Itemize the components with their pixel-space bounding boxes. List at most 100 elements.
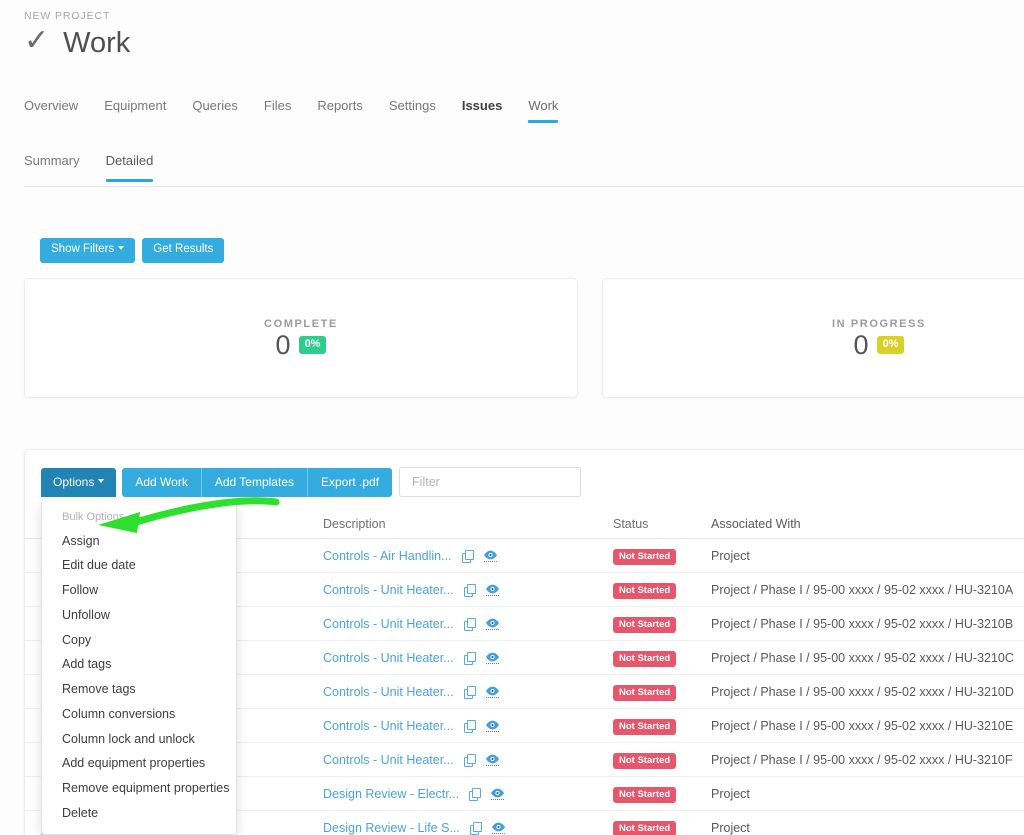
dropdown-item-remove-tags[interactable]: Remove tags (42, 678, 236, 703)
dropdown-item-column-conversions[interactable]: Column conversions (42, 702, 236, 727)
stat-card-percent-badge: 0% (876, 336, 905, 354)
eye-icon[interactable] (485, 652, 500, 664)
dropdown-item-unfollow[interactable]: Unfollow (42, 603, 236, 628)
row-status-cell: Not Started (613, 750, 711, 770)
dropdown-item-add-tags[interactable]: Add tags (42, 653, 236, 678)
associated-with-column-header: Associated With (711, 516, 801, 531)
copy-icon[interactable] (469, 788, 482, 801)
main-tab-bar: Overview Equipment Queries Files Reports Sett… (24, 98, 584, 125)
copy-icon[interactable] (461, 550, 474, 563)
row-status-cell: Not Started (613, 546, 711, 566)
check-icon: ✓ (24, 24, 50, 57)
row-description-cell: Design Review - Electr... (323, 787, 613, 801)
description-link[interactable]: Controls - Unit Heater... (323, 583, 454, 597)
table-action-button-group: Add Work Add Templates Export .pdf (122, 467, 393, 497)
stat-card-value: 0 (853, 329, 869, 360)
description-link[interactable]: Controls - Unit Heater... (323, 617, 454, 631)
stat-card-complete: COMPLETE 0 0% (24, 278, 578, 398)
eye-icon[interactable] (483, 550, 498, 562)
main-tab-queries[interactable]: Queries (192, 98, 254, 125)
copy-icon[interactable] (463, 652, 476, 665)
stat-card-value-row: 0 0% (853, 329, 905, 360)
breadcrumb: NEW PROJECT (24, 10, 111, 22)
sub-tab-detailed[interactable]: Detailed (105, 153, 172, 182)
row-associated-with-cell: Project / Phase I / 95-00 xxxx / 95-02 x… (711, 718, 1014, 733)
row-status-cell: Not Started (613, 648, 711, 668)
dropdown-item-add-equipment-properties[interactable]: Add equipment properties (42, 752, 236, 777)
main-tab-overview[interactable]: Overview (24, 98, 94, 125)
row-description-cell: Controls - Unit Heater... (323, 753, 613, 767)
export-pdf-button[interactable]: Export .pdf (308, 467, 393, 497)
eye-icon[interactable] (485, 618, 500, 630)
chevron-down-icon (98, 479, 105, 484)
description-link[interactable]: Controls - Unit Heater... (323, 685, 454, 699)
work-table-panel: Options Add Work Add Templates Export .p… (24, 449, 1024, 835)
description-link[interactable]: Controls - Unit Heater... (323, 753, 454, 767)
eye-icon-underline (485, 594, 499, 596)
row-status-cell: Not Started (613, 614, 711, 634)
page-title-row: ✓ Work (24, 24, 130, 58)
main-tab-settings[interactable]: Settings (389, 98, 452, 125)
dropdown-item-column-lock-and-unlock[interactable]: Column lock and unlock (42, 727, 236, 752)
row-description-cell: Controls - Unit Heater... (323, 617, 613, 631)
copy-icon[interactable] (463, 720, 476, 733)
description-link[interactable]: Controls - Unit Heater... (323, 719, 454, 733)
show-filters-button[interactable]: Show Filters (40, 238, 136, 263)
row-associated-with-cell: Project / Phase I / 95-00 xxxx / 95-02 x… (711, 752, 1013, 767)
dropdown-item-copy[interactable]: Copy (42, 628, 236, 653)
row-description-cell: Controls - Unit Heater... (323, 651, 613, 665)
filter-input[interactable] (399, 467, 582, 497)
dropdown-item-edit-due-date[interactable]: Edit due date (42, 554, 236, 579)
dropdown-item-delete[interactable]: Delete (42, 801, 236, 826)
eye-icon[interactable] (485, 754, 500, 766)
dropdown-item-assign[interactable]: Assign (42, 529, 236, 554)
main-tab-issues[interactable]: Issues (462, 98, 518, 125)
main-tab-files[interactable]: Files (264, 98, 307, 125)
stat-card-value-row: 0 0% (275, 329, 327, 360)
stat-card-value: 0 (275, 329, 291, 360)
row-status-cell: Not Started (613, 580, 711, 600)
stat-card-percent-badge: 0% (298, 336, 327, 354)
eye-icon[interactable] (490, 788, 505, 800)
eye-icon[interactable] (485, 686, 500, 698)
eye-icon[interactable] (485, 720, 500, 732)
status-badge: Not Started (613, 684, 677, 702)
description-link[interactable]: Controls - Unit Heater... (323, 651, 454, 665)
copy-icon[interactable] (463, 618, 476, 631)
description-link[interactable]: Controls - Air Handlin... (323, 549, 452, 563)
eye-icon-underline (485, 662, 499, 664)
dropdown-item-remove-equipment-properties[interactable]: Remove equipment properties (42, 777, 236, 802)
row-status-cell: Not Started (613, 784, 711, 804)
row-associated-with-cell: Project (711, 820, 750, 835)
main-tab-equipment[interactable]: Equipment (104, 98, 182, 125)
show-filters-label: Show Filters (51, 243, 115, 255)
eye-icon[interactable] (485, 584, 500, 596)
copy-icon[interactable] (463, 754, 476, 767)
copy-icon[interactable] (463, 686, 476, 699)
get-results-button[interactable]: Get Results (142, 238, 225, 263)
sub-tab-summary[interactable]: Summary (24, 153, 98, 182)
status-badge: Not Started (613, 752, 677, 770)
description-link[interactable]: Design Review - Electr... (323, 787, 459, 801)
copy-icon[interactable] (463, 584, 476, 597)
filter-button-bar: Show Filters Get Results (40, 238, 225, 263)
row-description-cell: Controls - Unit Heater... (323, 719, 613, 733)
description-link[interactable]: Design Review - Life S... (323, 821, 460, 835)
status-badge: Not Started (613, 616, 677, 634)
chevron-down-icon (118, 245, 125, 250)
table-toolbar: Options Add Work Add Templates Export .p… (41, 467, 582, 497)
row-associated-with-cell: Project (711, 548, 750, 563)
main-tab-reports[interactable]: Reports (317, 98, 379, 125)
stat-card-in-progress: IN PROGRESS 0 0% (602, 278, 1024, 398)
dropdown-item-follow[interactable]: Follow (42, 579, 236, 604)
add-templates-button[interactable]: Add Templates (201, 467, 308, 497)
status-badge: Not Started (613, 650, 677, 668)
row-associated-with-cell: Project / Phase I / 95-00 xxxx / 95-02 x… (711, 684, 1014, 699)
copy-icon[interactable] (469, 822, 482, 835)
add-work-button[interactable]: Add Work (122, 467, 202, 497)
row-status-cell: Not Started (613, 682, 711, 702)
row-description-cell: Controls - Unit Heater... (323, 583, 613, 597)
options-button[interactable]: Options (41, 467, 117, 497)
main-tab-work[interactable]: Work (528, 98, 574, 125)
eye-icon[interactable] (491, 822, 506, 834)
